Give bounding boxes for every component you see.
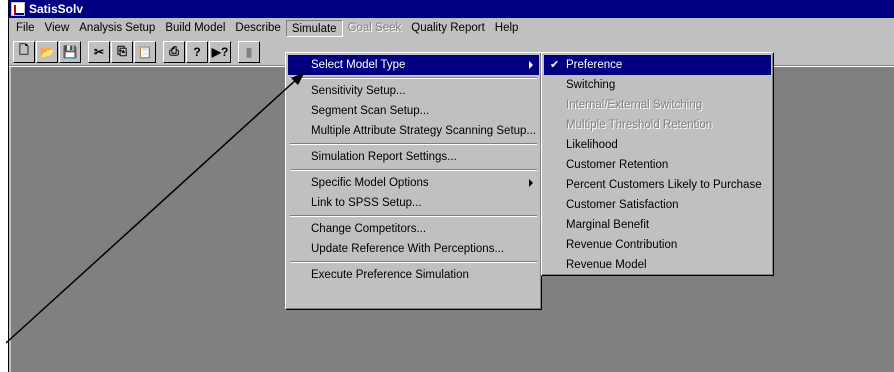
- app-icon: [11, 2, 25, 16]
- title-bar: SatisSolv: [9, 0, 894, 18]
- copy-icon[interactable]: ⎘: [111, 40, 133, 63]
- menu-item-label: Customer Satisfaction: [566, 199, 679, 211]
- menu-analysis-setup[interactable]: Analysis Setup: [74, 20, 160, 37]
- help-icon[interactable]: ?: [186, 40, 208, 63]
- model-type-marginal-benefit[interactable]: Marginal Benefit: [544, 215, 771, 235]
- print-icon[interactable]: ⎙: [163, 40, 185, 63]
- simulate-item-change-competitors[interactable]: Change Competitors...: [288, 219, 539, 239]
- model-type-switching[interactable]: Switching: [544, 75, 771, 95]
- menu-item-label: Sensitivity Setup...: [311, 85, 406, 97]
- app-title: SatisSolv: [29, 2, 84, 16]
- model-type-customer-satisfaction[interactable]: Customer Satisfaction: [544, 195, 771, 215]
- cut-icon[interactable]: ✂: [88, 40, 110, 63]
- simulate-item-specific-model-options[interactable]: Specific Model Options: [288, 173, 539, 193]
- model-type-submenu: ✔ Preference Switching Internal/External Sw…: [541, 52, 774, 276]
- menu-item-label: Switching: [566, 79, 616, 91]
- menu-view[interactable]: View: [40, 20, 75, 37]
- simulate-item-simulation-report-settings[interactable]: Simulation Report Settings...: [288, 147, 539, 167]
- menu-quality-report[interactable]: Quality Report: [406, 20, 490, 37]
- simulate-dropdown-menu: Select Model Type Sensitivity Setup... Seg…: [285, 52, 542, 310]
- menu-item-label: Specific Model Options: [311, 177, 429, 189]
- save-icon[interactable]: 💾: [59, 40, 81, 63]
- paste-icon[interactable]: 📋: [134, 40, 156, 63]
- menu-goal-seek: Goal Seek: [347, 21, 402, 34]
- tool-icon[interactable]: ▮: [238, 40, 260, 63]
- model-type-internal-external-switching: Internal/External Switching: [544, 95, 771, 115]
- simulate-item-execute-preference-simulation[interactable]: Execute Preference Simulation: [288, 265, 539, 285]
- menu-item-label: Revenue Contribution: [566, 239, 678, 251]
- model-type-revenue-contribution[interactable]: Revenue Contribution: [544, 235, 771, 255]
- menu-item-label: Execute Preference Simulation: [311, 269, 469, 281]
- submenu-arrow-icon: [529, 179, 533, 187]
- workspace-edge: [9, 67, 11, 372]
- simulate-item-multiple-attribute-strategy-scanning-setup[interactable]: Multiple Attribute Strategy Scanning Set…: [288, 121, 539, 141]
- simulate-item-update-reference-with-perceptions[interactable]: Update Reference With Perceptions...: [288, 239, 539, 259]
- new-document-icon[interactable]: 🗋: [13, 40, 35, 63]
- menu-item-label: Change Competitors...: [311, 223, 427, 235]
- menu-item-label: Link to SPSS Setup...: [311, 197, 422, 209]
- menu-item-label: Segment Scan Setup...: [311, 105, 430, 117]
- checkmark-icon: ✔: [550, 59, 560, 71]
- submenu-arrow-icon: [529, 61, 533, 69]
- menu-file[interactable]: File: [11, 20, 40, 37]
- menu-item-label: Update Reference With Perceptions...: [311, 243, 505, 255]
- model-type-likelihood[interactable]: Likelihood: [544, 135, 771, 155]
- menu-build-model[interactable]: Build Model: [160, 20, 230, 37]
- model-type-customer-retention[interactable]: Customer Retention: [544, 155, 771, 175]
- open-folder-icon[interactable]: 📂: [36, 40, 58, 63]
- menu-item-label: Revenue Model: [566, 259, 647, 271]
- simulate-item-select-model-type[interactable]: Select Model Type: [288, 55, 539, 75]
- simulate-item-segment-scan-setup[interactable]: Segment Scan Setup...: [288, 101, 539, 121]
- menu-item-label: Preference: [566, 59, 623, 71]
- simulate-item-link-to-spss-setup[interactable]: Link to SPSS Setup...: [288, 193, 539, 213]
- context-help-icon[interactable]: ▶?: [209, 40, 231, 63]
- model-type-multiple-threshold-retention: Multiple Threshold Retention: [544, 115, 771, 135]
- menu-item-label: Likelihood: [566, 139, 618, 151]
- simulate-item-sensitivity-setup[interactable]: Sensitivity Setup...: [288, 81, 539, 101]
- menu-simulate[interactable]: Simulate: [285, 19, 343, 37]
- menu-describe[interactable]: Describe: [230, 20, 285, 37]
- menu-item-label: Customer Retention: [566, 159, 669, 171]
- model-type-preference[interactable]: ✔ Preference: [544, 55, 771, 75]
- menu-bar: File View Analysis Setup Build Model Describ…: [9, 18, 894, 38]
- menu-help[interactable]: Help: [490, 20, 524, 37]
- menu-item-label: Marginal Benefit: [566, 219, 650, 231]
- model-type-revenue-model[interactable]: Revenue Model: [544, 255, 771, 275]
- menu-item-label: Multiple Threshold Retention: [566, 119, 713, 131]
- model-type-percent-customers-likely-to-purchase[interactable]: Percent Customers Likely to Purchase: [544, 175, 771, 195]
- menu-item-label: Percent Customers Likely to Purchase: [566, 179, 762, 191]
- menu-item-label: Select Model Type: [311, 59, 406, 71]
- menu-item-label: Simulation Report Settings...: [311, 151, 457, 163]
- menu-item-label: Internal/External Switching: [566, 99, 703, 111]
- menu-item-label: Multiple Attribute Strategy Scanning Set…: [311, 125, 537, 137]
